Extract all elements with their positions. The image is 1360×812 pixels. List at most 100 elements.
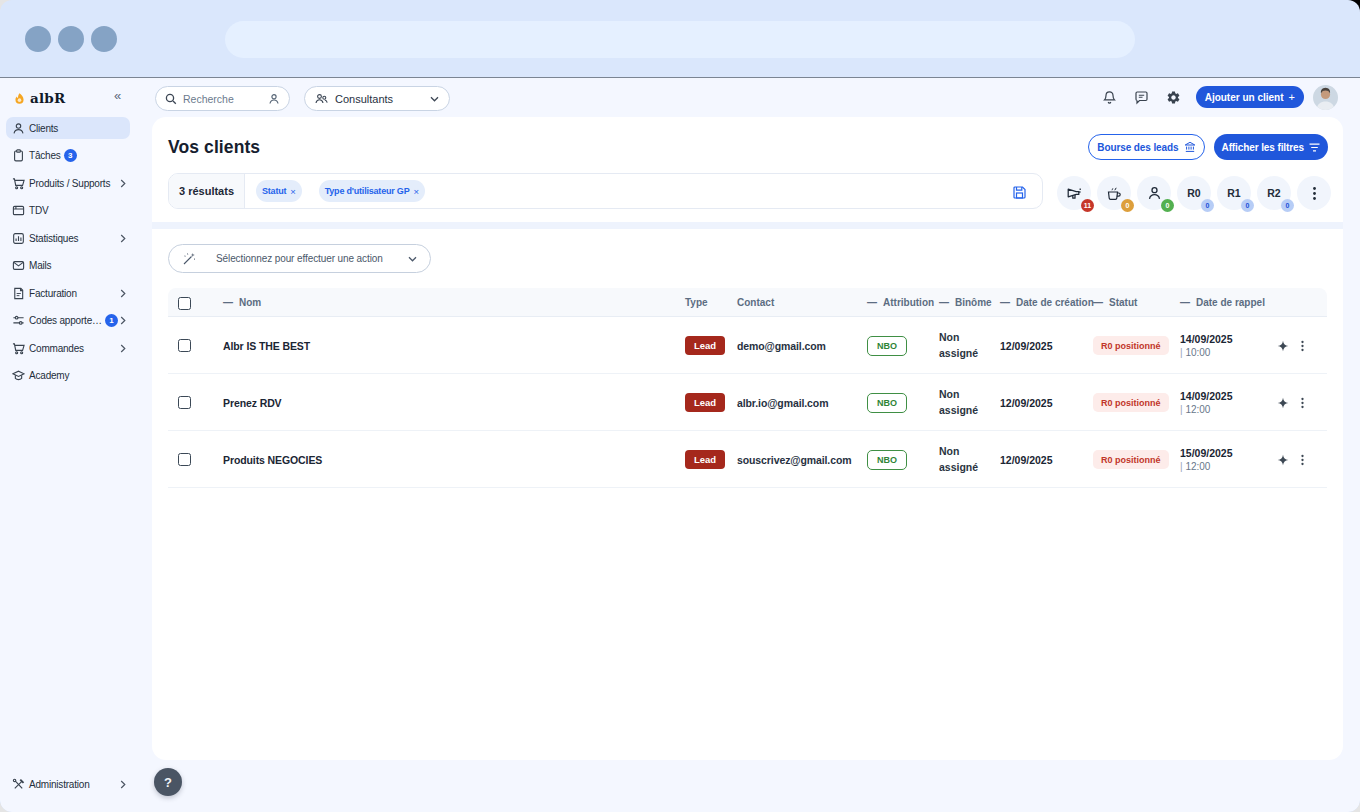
consultants-select[interactable]: Consultants bbox=[304, 86, 450, 111]
sidebar-item-label: Tâches bbox=[29, 150, 61, 161]
attribution-badge: NBO bbox=[867, 450, 907, 470]
filter-chip[interactable]: Statut × bbox=[256, 180, 302, 202]
table-row[interactable]: Produits NEGOCIESLeadsouscrivez@gmail.co… bbox=[168, 431, 1327, 488]
date-creation: 12/09/2025 bbox=[1000, 374, 1053, 431]
select-all-checkbox[interactable] bbox=[178, 297, 191, 310]
sort-indicator: — bbox=[1093, 297, 1103, 308]
browser-window: albR « Recherche Consultants Ajouter un … bbox=[0, 0, 1360, 812]
messages-button[interactable] bbox=[1126, 81, 1158, 113]
bourse-des-leads-button[interactable]: Bourse des leads bbox=[1088, 134, 1204, 160]
count-badge: 11 bbox=[1081, 199, 1094, 212]
sidebar-item-label: Commandes bbox=[29, 343, 84, 354]
column-header-nom[interactable]: —Nom bbox=[223, 288, 261, 317]
count-badge: 0 bbox=[1201, 199, 1214, 212]
user-icon bbox=[12, 122, 25, 135]
settings-button[interactable] bbox=[1158, 81, 1190, 113]
sort-indicator: — bbox=[867, 297, 877, 308]
kebab-icon[interactable] bbox=[1301, 397, 1304, 409]
sort-indicator: — bbox=[1000, 297, 1010, 308]
sidebar-item-label: Codes apporte… bbox=[29, 315, 102, 326]
filter-chip[interactable]: Type d'utilisateur GP× bbox=[319, 180, 425, 202]
add-client-button[interactable]: Ajouter un client + bbox=[1196, 86, 1304, 108]
window-control-dot[interactable] bbox=[25, 26, 51, 52]
window-control-dot[interactable] bbox=[91, 26, 117, 52]
chevron-right-icon bbox=[120, 344, 126, 353]
row-checkbox[interactable] bbox=[178, 339, 191, 352]
chevron-down-icon bbox=[430, 96, 439, 102]
r2-filter-button[interactable]: R20 bbox=[1257, 176, 1291, 210]
megaphone-filter-button[interactable]: 11 bbox=[1057, 176, 1091, 210]
statut-badge: R0 positionné bbox=[1093, 393, 1169, 412]
notifications-button[interactable] bbox=[1094, 81, 1126, 113]
circle-label: R1 bbox=[1227, 187, 1240, 199]
filter-chip-label: Type d'utilisateur GP bbox=[325, 186, 410, 196]
date-creation: 12/09/2025 bbox=[1000, 317, 1053, 374]
table-row[interactable]: Prenez RDVLeadalbr.io@gmail.comNBONon as… bbox=[168, 374, 1327, 431]
academy-icon bbox=[12, 369, 25, 382]
sidebar-collapse-button[interactable]: « bbox=[114, 88, 121, 103]
chevron-right-icon bbox=[120, 780, 126, 789]
sparkle-icon[interactable] bbox=[1277, 454, 1289, 466]
more-options-button[interactable] bbox=[1297, 176, 1331, 210]
search-input[interactable]: Recherche bbox=[155, 86, 290, 111]
app-logo[interactable]: albR bbox=[13, 90, 65, 106]
attribution-badge: NBO bbox=[867, 336, 907, 356]
filter-icon bbox=[1309, 143, 1320, 152]
sidebar-item-clients[interactable]: Clients bbox=[6, 117, 130, 139]
coffee-filter-button[interactable]: 0 bbox=[1097, 176, 1131, 210]
browser-url-bar[interactable] bbox=[225, 21, 1135, 58]
filter-chip-label: Statut bbox=[262, 186, 286, 196]
count-badge: 0 bbox=[1241, 199, 1254, 212]
bulk-action-select[interactable]: Sélectionnez pour effectuer une action bbox=[168, 244, 431, 273]
column-header-attribution[interactable]: —Attribution bbox=[867, 288, 934, 317]
bulk-action-placeholder: Sélectionnez pour effectuer une action bbox=[216, 253, 388, 264]
type-badge: Lead bbox=[685, 336, 725, 355]
sidebar-item-produits-supports[interactable]: Produits / Supports bbox=[6, 172, 130, 194]
row-checkbox[interactable] bbox=[178, 396, 191, 409]
column-header-bin-me[interactable]: —Binôme bbox=[939, 288, 992, 317]
client-name: Albr IS THE BEST bbox=[223, 317, 310, 374]
sidebar-item-facturation[interactable]: Facturation bbox=[6, 282, 130, 304]
sparkle-icon[interactable] bbox=[1277, 397, 1289, 409]
person-filter-button[interactable]: 0 bbox=[1137, 176, 1171, 210]
help-button[interactable]: ? bbox=[154, 768, 182, 796]
column-label: Contact bbox=[737, 297, 774, 308]
browser-chrome bbox=[0, 0, 1360, 78]
r0-filter-button[interactable]: R00 bbox=[1177, 176, 1211, 210]
bell-icon bbox=[1102, 90, 1117, 105]
cart-icon bbox=[12, 342, 25, 355]
sidebar-item-codes-apporte[interactable]: Codes apporte…1 bbox=[6, 310, 130, 332]
sidebar-item-commandes[interactable]: Commandes bbox=[6, 337, 130, 359]
date-creation: 12/09/2025 bbox=[1000, 431, 1053, 488]
avatar[interactable] bbox=[1313, 85, 1338, 110]
remove-filter-icon[interactable]: × bbox=[413, 186, 418, 197]
sidebar-item-mails[interactable]: Mails bbox=[6, 255, 130, 277]
sidebar-item-statistiques[interactable]: Statistiques bbox=[6, 227, 130, 249]
sparkle-icon[interactable] bbox=[1277, 340, 1289, 352]
sidebar-item-taches[interactable]: Tâches3 bbox=[6, 145, 130, 167]
kebab-icon[interactable] bbox=[1301, 340, 1304, 352]
window-control-dot[interactable] bbox=[58, 26, 84, 52]
save-filter-button[interactable] bbox=[1012, 183, 1030, 201]
client-contact: souscrivez@gmail.com bbox=[737, 431, 851, 488]
table-row[interactable]: Albr IS THE BESTLeaddemo@gmail.comNBONon… bbox=[168, 317, 1327, 374]
heure-rappel: | 12:00 bbox=[1180, 403, 1233, 417]
date-rappel: 14/09/2025 bbox=[1180, 389, 1233, 403]
column-header-date-de-création[interactable]: —Date de création bbox=[1000, 288, 1094, 317]
sidebar-item-administration[interactable]: Administration bbox=[6, 773, 130, 795]
date-rappel: 14/09/2025 bbox=[1180, 332, 1233, 346]
coffee-icon bbox=[1106, 186, 1122, 201]
sidebar-item-label: Facturation bbox=[29, 288, 77, 299]
r1-filter-button[interactable]: R10 bbox=[1217, 176, 1251, 210]
client-name: Produits NEGOCIES bbox=[223, 431, 322, 488]
sidebar-item-tdv[interactable]: TDV bbox=[6, 200, 130, 222]
column-header-date-de-rappel[interactable]: —Date de rappel bbox=[1180, 288, 1265, 317]
afficher-les-filtres-button[interactable]: Afficher les filtres bbox=[1214, 134, 1328, 160]
column-header-type: Type bbox=[685, 288, 708, 317]
row-checkbox[interactable] bbox=[178, 453, 191, 466]
remove-filter-icon[interactable]: × bbox=[290, 186, 295, 197]
column-header-statut[interactable]: —Statut bbox=[1093, 288, 1137, 317]
sidebar-item-academy[interactable]: Academy bbox=[6, 365, 130, 387]
kebab-icon[interactable] bbox=[1301, 454, 1304, 466]
sidebar-item-label: TDV bbox=[29, 205, 48, 216]
